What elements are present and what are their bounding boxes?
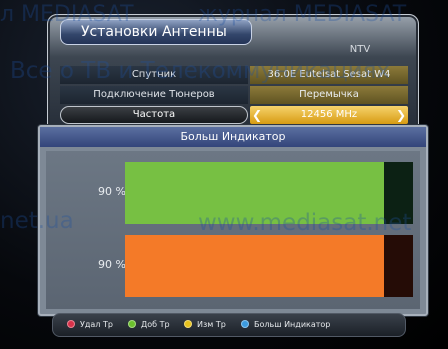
- satellite-name: NTV: [349, 44, 371, 55]
- green-button-icon: [128, 320, 136, 328]
- red-button-icon: [67, 320, 75, 328]
- blue-button-icon: [241, 320, 249, 328]
- watermark-text: журнал MEDIASAT: [198, 2, 407, 27]
- signal-quality-fill: [125, 235, 385, 297]
- signal-strength-label: 90 %: [98, 185, 126, 198]
- settings-row-tuner-connection[interactable]: Подключение Тюнеров Перемычка: [60, 86, 408, 104]
- tuner-connection-label: Подключение Тюнеров: [60, 86, 248, 104]
- signal-quality-bar: [125, 235, 413, 297]
- frequency-value[interactable]: 12456 MHz: [250, 106, 408, 124]
- watermark-text: net.ua: [0, 208, 74, 234]
- color-key-footer: Удал Тр Доб Тр Изм Тр Больш Индикатор: [52, 313, 406, 337]
- watermark-text: Все о ТВ и Телекоммуникациях: [10, 58, 391, 84]
- frequency-label: Частота: [60, 106, 248, 124]
- signal-quality-label: 90 %: [98, 258, 126, 271]
- watermark-text: www.mediasat.net: [198, 210, 412, 236]
- yellow-button-icon: [184, 320, 192, 328]
- hint-add-tp[interactable]: Доб Тр: [128, 319, 170, 331]
- tv-osd-screen: Установки Антенны NTV Спутник 36.0E Eute…: [0, 0, 448, 349]
- tuner-connection-value: Перемычка: [250, 86, 408, 104]
- chevron-right-icon[interactable]: ❯: [396, 108, 406, 122]
- hint-edit-tp[interactable]: Изм Тр: [184, 319, 226, 331]
- settings-row-frequency[interactable]: Частота 12456 MHz ❮ ❯: [60, 106, 408, 124]
- signal-indicator-title: Больш Индикатор: [40, 127, 426, 147]
- chevron-left-icon[interactable]: ❮: [252, 108, 262, 122]
- watermark-text: л MEDIASAT: [0, 2, 134, 27]
- hint-delete-tp[interactable]: Удал Тр: [67, 319, 113, 331]
- hint-big-indicator[interactable]: Больш Индикатор: [241, 319, 330, 331]
